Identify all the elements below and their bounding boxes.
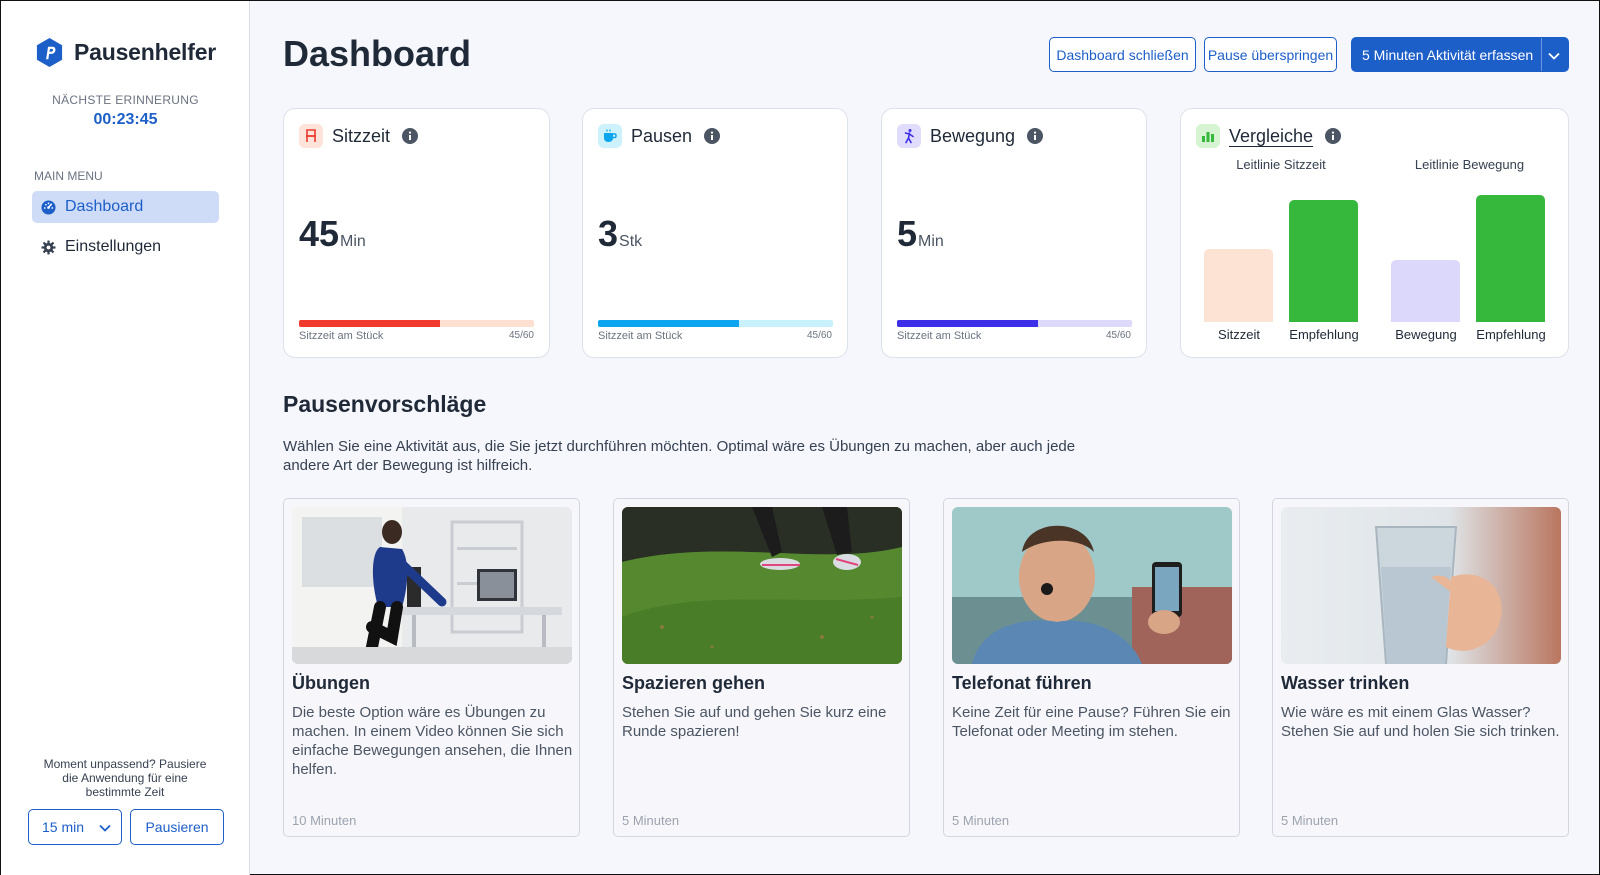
suggestion-description: Die beste Option wäre es Übungen zu mach… xyxy=(292,704,573,778)
stat-title: Sitzzeit xyxy=(332,125,391,146)
comparison-bar xyxy=(1289,200,1358,322)
suggestion-duration: 5 Minuten xyxy=(622,813,680,828)
log-activity-button[interactable]: 5 Minuten Aktivität erfassen xyxy=(1351,37,1569,72)
suggestion-title: Telefonat führen xyxy=(952,673,1092,693)
progress-caption: Sitzzeit am Stück xyxy=(598,330,683,342)
app-name: Pausenhelfer xyxy=(74,39,217,65)
sidebar-item-dashboard[interactable]: Dashboard xyxy=(32,191,219,223)
comparison-title-link[interactable]: Vergleiche xyxy=(1229,126,1313,147)
comparison-bar xyxy=(1476,195,1545,322)
suggestion-description: Stehen Sie auf und gehen Sie kurz eine R… xyxy=(622,704,887,740)
info-icon[interactable] xyxy=(704,128,721,144)
button-divider xyxy=(1541,38,1542,71)
stat-icon-bg xyxy=(598,124,622,148)
pause-button[interactable]: Pausieren xyxy=(130,809,224,845)
brand[interactable]: Pausenhelfer xyxy=(34,37,216,68)
comparison-group-label: Leitlinie Bewegung xyxy=(1414,157,1525,172)
bar-chart-icon xyxy=(1202,132,1214,142)
coffee-cup-icon xyxy=(604,129,617,142)
progress-ratio: 45/60 xyxy=(508,330,534,341)
section-title: Pausenvorschläge xyxy=(283,391,487,417)
comparison-group-label: Leitlinie Sitzzeit xyxy=(1236,157,1326,172)
person-moving-icon xyxy=(904,129,914,144)
progress-fill xyxy=(598,320,739,327)
stat-title: Pausen xyxy=(631,125,693,146)
app-logo-icon xyxy=(36,37,63,68)
stat-icon-bg xyxy=(299,124,323,148)
suggestion-duration: 5 Minuten xyxy=(952,813,1010,828)
suggestion-card-uebungen[interactable]: Übungen Die beste Option wäre es Übungen… xyxy=(283,498,580,837)
progress-bar xyxy=(598,320,833,327)
video-call-image xyxy=(952,507,1232,664)
gear-icon xyxy=(41,239,56,255)
suggestion-title: Spazieren gehen xyxy=(622,673,766,693)
progress-bar xyxy=(897,320,1132,327)
comparison-bar-label: Empfehlung xyxy=(1476,327,1546,342)
page-title: Dashboard xyxy=(283,33,472,74)
comparison-bar-label: Sitzzeit xyxy=(1218,327,1260,342)
sidebar: Pausenhelfer NÄCHSTE ERINNERUNG 00:23:45… xyxy=(1,1,250,875)
pause-note: Moment unpassend? Pausiere die Anwendung… xyxy=(43,757,207,799)
suggestion-card-wasser[interactable]: Wasser trinken Wie wäre es mit einem Gla… xyxy=(1272,498,1569,837)
app-window: Pausenhelfer NÄCHSTE ERINNERUNG 00:23:45… xyxy=(0,0,1600,875)
log-activity-label: 5 Minuten Aktivität erfassen xyxy=(1362,46,1534,63)
progress-ratio: 45/60 xyxy=(1105,330,1131,341)
pause-duration-value: 15 min xyxy=(42,819,85,835)
suggestion-duration: 10 Minuten xyxy=(292,813,357,828)
next-reminder-label: NÄCHSTE ERINNERUNG xyxy=(52,93,199,107)
suggestion-card-spazieren[interactable]: Spazieren gehen Stehen Sie auf und gehen… xyxy=(613,498,910,837)
chevron-down-icon xyxy=(99,824,111,832)
next-reminder-time: 00:23:45 xyxy=(93,111,158,128)
stat-value: 5 xyxy=(897,213,918,254)
sidebar-item-label: Einstellungen xyxy=(65,238,162,255)
glass-of-water-image xyxy=(1281,507,1561,664)
progress-ratio: 45/60 xyxy=(806,330,832,341)
comparison-bar-label: Empfehlung xyxy=(1289,327,1359,342)
stat-unit: Min xyxy=(918,233,944,250)
suggestion-card-telefonat[interactable]: Telefonat führen Keine Zeit für eine Pau… xyxy=(943,498,1240,837)
comparison-bar xyxy=(1204,249,1273,322)
suggestion-description: Keine Zeit für eine Pause? Führen Sie ei… xyxy=(952,704,1231,740)
skip-pause-button[interactable]: Pause überspringen xyxy=(1204,37,1337,72)
main-menu-label: MAIN MENU xyxy=(34,169,103,183)
dashboard-icon xyxy=(41,199,56,215)
comparison-bar-label: Bewegung xyxy=(1395,327,1457,342)
progress-fill xyxy=(897,320,1038,327)
sidebar-item-einstellungen[interactable]: Einstellungen xyxy=(32,231,219,263)
pause-duration-select[interactable]: 15 min xyxy=(28,809,122,845)
progress-bar xyxy=(299,320,534,327)
stat-icon-bg xyxy=(1196,124,1220,148)
stat-card-sitzzeit: Sitzzeit 45 Min Sitzzeit am Stück 45/60 xyxy=(283,108,550,358)
progress-fill xyxy=(299,320,440,327)
stat-unit: Stk xyxy=(619,233,643,250)
chevron-down-icon[interactable] xyxy=(1547,49,1561,63)
chair-icon xyxy=(306,129,316,142)
info-icon[interactable] xyxy=(1027,128,1044,144)
info-icon[interactable] xyxy=(402,128,419,144)
progress-caption: Sitzzeit am Stück xyxy=(299,330,384,342)
stat-icon-bg xyxy=(897,124,921,148)
office-stretching-image xyxy=(292,507,572,664)
stat-card-bewegung: Bewegung 5 Min Sitzzeit am Stück 45/60 xyxy=(881,108,1147,358)
stat-title: Bewegung xyxy=(930,125,1016,146)
suggestion-title: Übungen xyxy=(292,673,370,693)
stat-unit: Min xyxy=(340,233,366,250)
stat-card-pausen: Pausen 3 Stk Sitzzeit am Stück 45/60 xyxy=(582,108,848,358)
suggestion-description: Wie wäre es mit einem Glas Wasser? Stehe… xyxy=(1281,704,1560,740)
suggestion-title: Wasser trinken xyxy=(1281,673,1410,693)
info-icon[interactable] xyxy=(1325,128,1342,144)
sidebar-item-label: Dashboard xyxy=(65,198,144,215)
suggestion-duration: 5 Minuten xyxy=(1281,813,1339,828)
comparison-bar xyxy=(1391,260,1460,322)
walking-on-grass-image xyxy=(622,507,902,664)
section-description: Wählen Sie eine Aktivität aus, die Sie j… xyxy=(283,438,1076,474)
stat-value: 3 xyxy=(598,213,619,254)
close-dashboard-button[interactable]: Dashboard schließen xyxy=(1049,37,1196,72)
stat-value: 45 xyxy=(299,213,340,254)
progress-caption: Sitzzeit am Stück xyxy=(897,330,982,342)
comparison-card: Vergleiche Leitlinie Sitzzeit Leitlinie … xyxy=(1180,108,1569,358)
